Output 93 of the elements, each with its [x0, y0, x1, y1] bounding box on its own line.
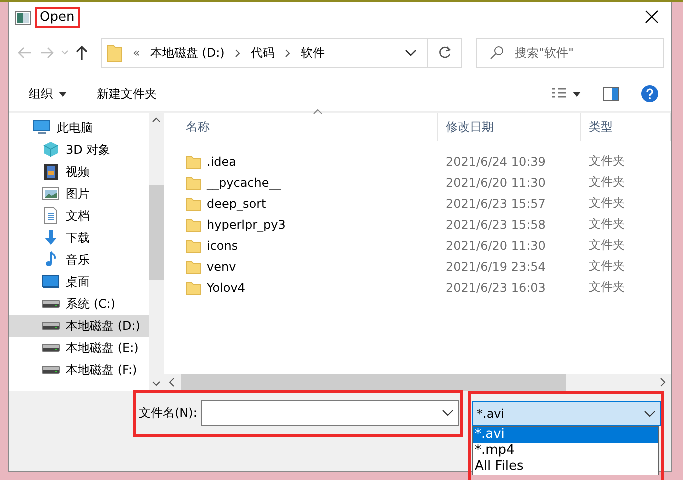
close-icon [645, 10, 659, 24]
filetype-option[interactable]: All Files [473, 459, 658, 475]
film-icon [42, 163, 60, 181]
cube-icon [42, 141, 60, 159]
download-arrow-icon [42, 229, 60, 247]
sidebar-item[interactable]: 系统 (C:) [9, 293, 149, 315]
list-view-icon [551, 87, 567, 101]
file-name[interactable]: .idea [178, 154, 438, 170]
modified-date: 2021/6/23 15:57 [445, 196, 547, 210]
modified-date: 2021/6/20 11:30 [445, 176, 547, 190]
sidebar-item[interactable]: 此电脑 [9, 117, 149, 139]
window-title: Open [35, 7, 80, 28]
sidebar-item[interactable]: 本地磁盘 (F:) [9, 359, 149, 381]
scrollbar-thumb[interactable] [181, 374, 566, 391]
drive-icon [42, 322, 60, 330]
breadcrumb[interactable]: 软件 [300, 44, 325, 62]
column-header[interactable]: 修改日期 [438, 113, 581, 141]
help-icon [641, 85, 659, 103]
modified-date: 2021/6/23 16:03 [445, 280, 547, 294]
folder-icon [186, 280, 202, 296]
file-name[interactable]: Yolov4 [178, 280, 438, 296]
app-window-icon [15, 10, 31, 24]
up-button[interactable] [75, 45, 89, 61]
drive-icon [42, 344, 60, 352]
chevron-down-icon [61, 50, 69, 56]
document-icon [42, 207, 60, 225]
address-bar[interactable]: « 本地磁盘 (D:) 代码 软件 [101, 38, 462, 68]
filetype-combo[interactable]: *.avi [472, 401, 661, 426]
filename-label: 文件名(N): [139, 405, 198, 422]
chevron-down-icon [644, 410, 656, 418]
modified-date: 2021/6/24 10:39 [445, 154, 547, 168]
new-folder-button[interactable]: 新建文件夹 [91, 82, 163, 106]
folder-icon [186, 258, 202, 274]
sidebar-item[interactable]: 视频 [9, 161, 149, 183]
sidebar-item[interactable]: 下载 [9, 227, 149, 249]
modified-date: 2021/6/19 23:54 [445, 260, 547, 274]
search-field[interactable]: 搜索"软件" [476, 38, 664, 68]
chevron-down-icon [442, 409, 454, 417]
filename-combo[interactable] [201, 400, 459, 426]
sidebar-item[interactable]: 图片 [9, 183, 149, 205]
file-type: 文件夹 [588, 279, 626, 296]
breadcrumb-separator-icon [234, 48, 241, 58]
preview-pane-icon [603, 87, 619, 101]
folder-icon [186, 154, 202, 170]
folder-icon [107, 44, 123, 62]
sidebar-item[interactable]: 音乐 [9, 249, 149, 271]
horizontal-scrollbar[interactable] [164, 374, 671, 391]
file-type: 文件夹 [588, 153, 626, 170]
file-name[interactable]: icons [178, 238, 438, 254]
refresh-icon [438, 46, 452, 60]
folder-icon [186, 196, 202, 212]
forward-icon [39, 45, 55, 61]
back-icon [17, 45, 33, 61]
drive-icon [42, 366, 60, 374]
folder-icon [186, 174, 202, 190]
organize-menu[interactable]: 组织 [23, 82, 73, 106]
file-name[interactable]: hyperlpr_py3 [178, 216, 438, 232]
sidebar-item[interactable]: 本地磁盘 (E:) [9, 337, 149, 359]
folder-icon [186, 238, 202, 254]
breadcrumb-separator-icon [284, 48, 291, 58]
filetype-option[interactable]: *.avi [473, 427, 658, 443]
desktop-icon [42, 273, 60, 291]
sidebar-item[interactable]: 文档 [9, 205, 149, 227]
file-type: 文件夹 [588, 237, 626, 254]
filetype-option[interactable]: *.mp4 [473, 443, 658, 459]
file-type: 文件夹 [588, 258, 626, 275]
chevron-down-icon [405, 49, 417, 57]
modified-date: 2021/6/23 15:58 [445, 218, 547, 232]
search-icon [490, 46, 504, 60]
column-header[interactable]: 类型 [581, 113, 671, 141]
file-name[interactable]: deep_sort [178, 196, 438, 212]
breadcrumb[interactable]: 代码 [250, 44, 275, 62]
column-header[interactable]: 名称 [178, 113, 438, 141]
file-name[interactable]: __pycache__ [178, 174, 438, 190]
file-type: 文件夹 [588, 174, 626, 191]
caret-icon [59, 92, 67, 96]
breadcrumb[interactable]: 本地磁盘 (D:) [150, 44, 225, 62]
file-name[interactable]: venv [178, 258, 438, 274]
computer-icon [33, 119, 51, 137]
file-type: 文件夹 [588, 216, 626, 233]
scrollbar-thumb[interactable] [149, 184, 164, 280]
vertical-scrollbar[interactable] [149, 113, 164, 391]
overflow-chevron[interactable]: « [133, 46, 140, 60]
folder-icon [186, 216, 202, 232]
up-arrow-icon [75, 45, 89, 61]
drive-icon [42, 300, 60, 308]
picture-icon [42, 185, 60, 203]
modified-date: 2021/6/20 11:30 [445, 238, 547, 252]
sidebar-item[interactable]: 本地磁盘 (D:) [9, 315, 149, 337]
caret-icon [573, 92, 581, 96]
sidebar-item[interactable]: 3D 对象 [9, 139, 149, 161]
file-type: 文件夹 [588, 195, 626, 212]
sidebar-item[interactable]: 桌面 [9, 271, 149, 293]
